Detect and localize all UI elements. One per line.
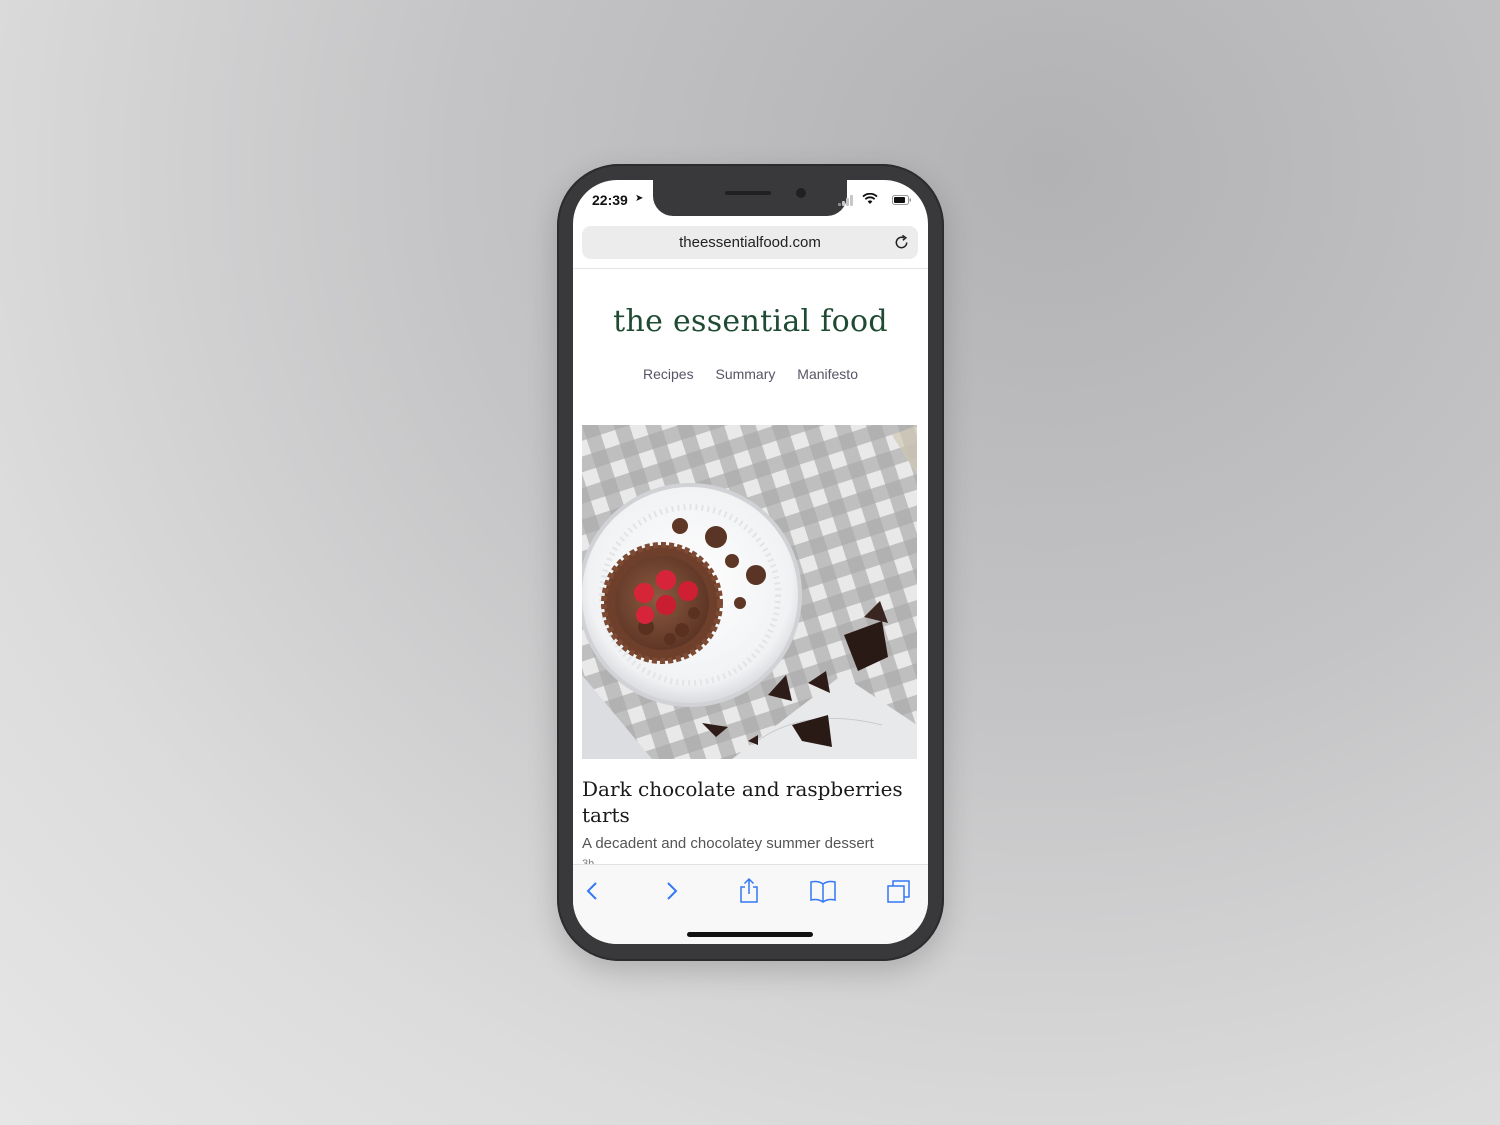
signal-icon [838,194,856,206]
speaker [725,191,771,195]
status-icons [814,193,914,206]
nav-recipes[interactable]: Recipes [643,366,694,382]
site-title[interactable]: the essential food [573,304,928,339]
post-title[interactable]: Dark chocolate and raspberries tarts [582,776,912,828]
location-arrow-icon: ➤ [635,193,644,204]
post-description: A decadent and chocolatey summer dessert [582,835,874,852]
nav-summary[interactable]: Summary [715,366,775,382]
home-indicator[interactable] [687,932,813,937]
back-icon[interactable] [579,877,607,905]
status-time: 22:39 [592,192,628,208]
site-nav: Recipes Summary Manifesto [573,366,928,382]
camera [796,188,806,198]
reload-icon[interactable] [893,234,910,251]
forward-icon[interactable] [657,877,685,905]
share-icon[interactable] [735,877,763,905]
nav-manifesto[interactable]: Manifesto [797,366,858,382]
hero-image[interactable] [582,425,917,759]
phone-screen: 22:39 ➤ theessentialfood.com the essenti… [573,180,928,944]
divider [573,268,928,269]
address-bar[interactable]: theessentialfood.com [582,226,918,259]
bookmarks-icon[interactable] [809,877,837,905]
phone-frame: 22:39 ➤ theessentialfood.com the essenti… [557,164,944,961]
tart-photo [582,425,917,759]
wifi-icon [862,193,878,204]
battery-icon [892,195,911,205]
tabs-icon[interactable] [885,877,913,905]
url-text: theessentialfood.com [679,234,821,251]
